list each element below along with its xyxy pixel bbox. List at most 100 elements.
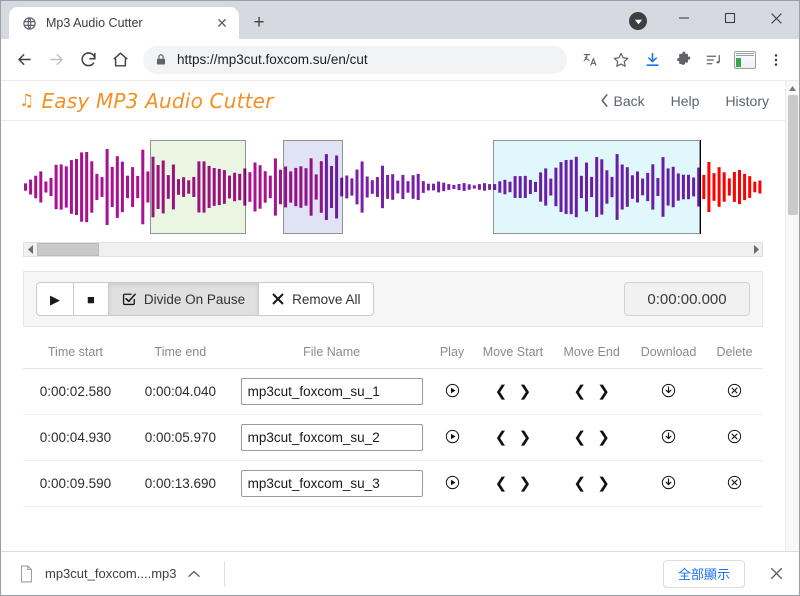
forward-icon[interactable] — [41, 45, 71, 75]
tab-strip: Mp3 Audio Cutter ✕ + — [1, 7, 273, 39]
play-button[interactable]: ▶ — [36, 282, 73, 316]
cell-time-end: 0:00:04.040 — [128, 369, 233, 415]
scroll-up-icon[interactable] — [786, 81, 799, 95]
file-name-input[interactable] — [241, 424, 423, 451]
scrollbar-track[interactable] — [37, 243, 749, 256]
cell-time-start: 0:00:09.590 — [23, 461, 128, 507]
move-end-back-button[interactable]: ❮ — [573, 476, 586, 491]
browser-tab[interactable]: Mp3 Audio Cutter ✕ — [9, 7, 239, 39]
chevron-right-icon[interactable]: ❯ — [519, 384, 532, 399]
new-tab-button[interactable]: + — [245, 9, 273, 37]
row-play-button[interactable] — [445, 383, 460, 398]
media-list-icon[interactable] — [699, 45, 729, 75]
nav-history[interactable]: History — [725, 93, 769, 109]
chevron-left-icon[interactable]: ❮ — [495, 476, 508, 491]
profile-avatar-icon[interactable] — [730, 45, 760, 75]
update-available-icon[interactable] — [629, 12, 647, 30]
row-download-button[interactable] — [661, 429, 676, 444]
row-download-button[interactable] — [661, 383, 676, 398]
chevron-right-icon[interactable]: ❯ — [519, 430, 532, 445]
header-download: Download — [631, 345, 706, 369]
chevron-right-icon[interactable]: ❯ — [597, 430, 610, 445]
browser-toolbar: https://mp3cut.foxcom.su/en/cut — [1, 39, 799, 81]
remove-all-button[interactable]: Remove All — [258, 282, 374, 316]
star-icon[interactable] — [606, 45, 636, 75]
address-bar[interactable]: https://mp3cut.foxcom.su/en/cut — [143, 46, 567, 74]
header-delete: Delete — [706, 345, 763, 369]
move-end-forward-button[interactable]: ❯ — [597, 430, 610, 445]
row-play-button[interactable] — [445, 429, 460, 444]
move-start-forward-button[interactable]: ❯ — [519, 476, 532, 491]
lock-icon — [155, 53, 167, 66]
row-play-button[interactable] — [445, 475, 460, 490]
chevron-left-icon[interactable]: ❮ — [573, 430, 586, 445]
table-row: 0:00:09.5900:00:13.690 ❮ ❯ ❮ ❯ — [23, 461, 763, 507]
scrollbar-thumb[interactable] — [37, 243, 99, 256]
chevron-right-icon[interactable]: ❯ — [519, 476, 532, 491]
cell-download — [631, 415, 706, 461]
tab-close-icon[interactable]: ✕ — [213, 14, 231, 32]
waveform[interactable] — [23, 137, 763, 237]
nav-help[interactable]: Help — [671, 93, 700, 109]
cell-move-start: ❮ ❯ — [474, 415, 553, 461]
move-end-back-button[interactable]: ❮ — [573, 384, 586, 399]
row-download-button[interactable] — [661, 475, 676, 490]
translate-icon[interactable] — [575, 45, 605, 75]
puzzle-icon[interactable] — [668, 45, 698, 75]
nav-back[interactable]: Back — [600, 93, 645, 109]
file-name-input[interactable] — [241, 378, 423, 405]
page-scrollbar[interactable] — [785, 81, 799, 551]
chevron-left-icon[interactable]: ❮ — [573, 476, 586, 491]
chevron-right-icon[interactable]: ❯ — [597, 384, 610, 399]
scroll-right-icon[interactable] — [749, 243, 762, 256]
cell-move-end: ❮ ❯ — [552, 369, 631, 415]
cell-download — [631, 369, 706, 415]
table-row: 0:00:02.5800:00:04.040❮ ❯❮ ❯ — [23, 369, 763, 415]
site-logo[interactable]: ♫ Easy MP3 Audio Cutter — [19, 89, 274, 113]
move-end-forward-button[interactable]: ❯ — [597, 476, 610, 491]
cell-move-end: ❮ ❯ — [552, 415, 631, 461]
download-icon[interactable] — [637, 45, 667, 75]
minimize-button[interactable] — [661, 1, 707, 35]
brand-name: Easy MP3 Audio Cutter — [41, 89, 273, 113]
move-start-forward-button[interactable]: ❯ — [519, 430, 532, 445]
home-icon[interactable] — [105, 45, 135, 75]
file-icon — [19, 565, 34, 583]
move-start-back-button[interactable]: ❮ — [495, 384, 508, 399]
maximize-button[interactable] — [707, 1, 753, 35]
cell-time-end: 0:00:05.970 — [128, 415, 233, 461]
chevron-up-icon[interactable] — [188, 570, 200, 578]
move-end-forward-button[interactable]: ❯ — [597, 384, 610, 399]
waveform-scrollbar[interactable] — [23, 242, 763, 257]
move-start-back-button[interactable]: ❮ — [495, 430, 508, 445]
cell-play — [430, 369, 473, 415]
close-button[interactable] — [753, 1, 799, 35]
header-time-start: Time start — [23, 345, 128, 369]
reload-icon[interactable] — [73, 45, 103, 75]
divide-on-pause-button[interactable]: Divide On Pause — [108, 282, 258, 316]
site-nav: Back Help History — [600, 93, 769, 109]
file-name-input[interactable] — [241, 470, 423, 497]
move-start-forward-button[interactable]: ❯ — [519, 384, 532, 399]
show-all-downloads-button[interactable]: 全部顯示 — [663, 560, 745, 588]
close-download-bar-button[interactable] — [763, 561, 789, 587]
back-icon[interactable] — [9, 45, 39, 75]
cell-time-end: 0:00:13.690 — [128, 461, 233, 507]
row-delete-button[interactable] — [727, 383, 742, 398]
three-dot-menu-icon[interactable] — [761, 45, 791, 75]
chevron-right-icon[interactable]: ❯ — [597, 476, 610, 491]
row-delete-button[interactable] — [727, 429, 742, 444]
window-controls — [621, 1, 799, 35]
download-item[interactable]: mp3cut_foxcom....mp3 — [15, 561, 208, 587]
chevron-left-icon[interactable]: ❮ — [495, 384, 508, 399]
move-start-back-button[interactable]: ❮ — [495, 476, 508, 491]
chevron-left-icon[interactable]: ❮ — [573, 384, 586, 399]
row-delete-button[interactable] — [727, 475, 742, 490]
chevron-left-icon[interactable]: ❮ — [495, 430, 508, 445]
page-scrollbar-thumb[interactable] — [788, 95, 798, 215]
move-end-back-button[interactable]: ❮ — [573, 430, 586, 445]
stop-button[interactable]: ■ — [73, 282, 108, 316]
header-move-start: Move Start — [474, 345, 553, 369]
scroll-left-icon[interactable] — [24, 243, 37, 256]
waveform-canvas[interactable] — [23, 137, 763, 237]
